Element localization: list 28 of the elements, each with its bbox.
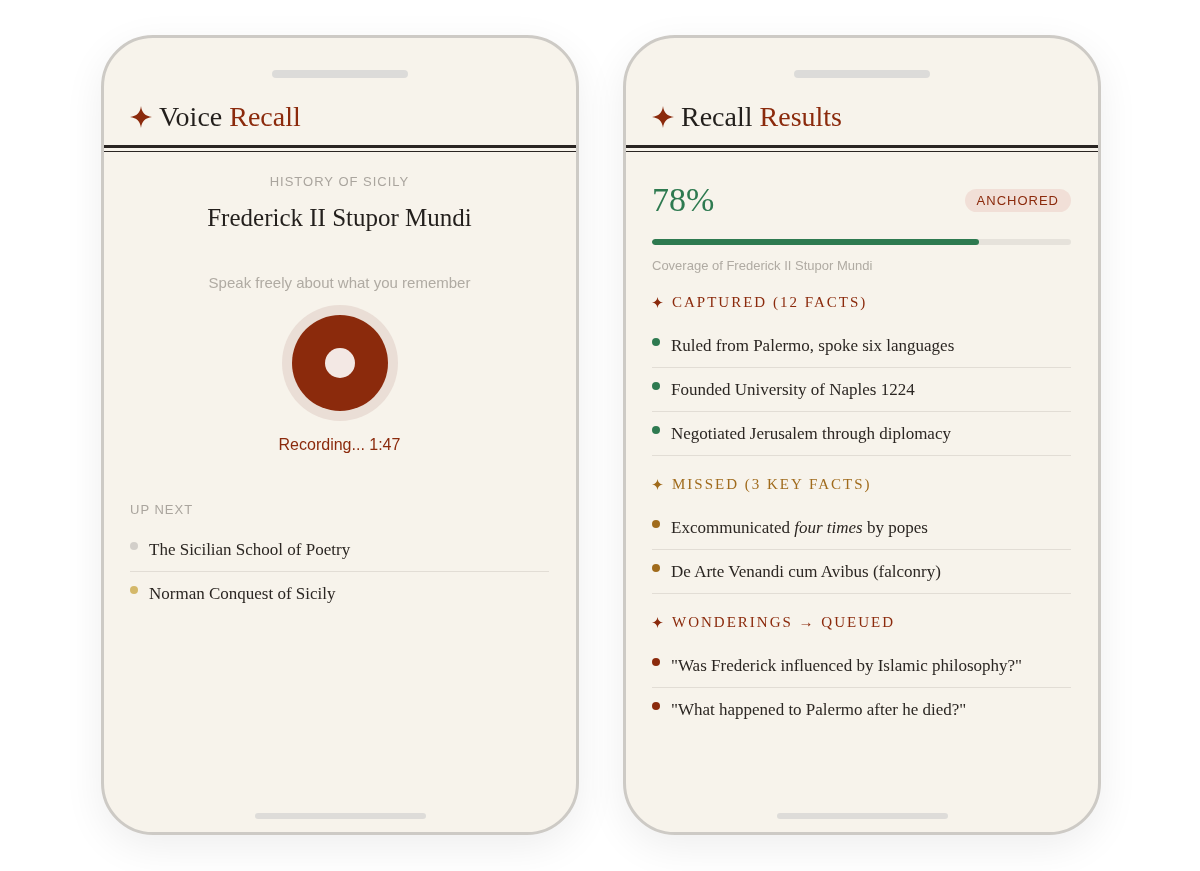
sparkle-icon — [130, 106, 152, 128]
fact-text: Ruled from Palermo, spoke six languages — [671, 335, 955, 356]
topic-item[interactable]: Norman Conquest of Sicily — [149, 583, 336, 604]
subject-label: HISTORY OF SICILY — [269, 174, 410, 190]
sparkle-icon — [652, 106, 674, 128]
screen-title: Recall Results — [681, 100, 842, 134]
section-heading: MISSED (3 KEY FACTS) — [672, 475, 872, 494]
recording-status: Recording... 1:47 — [278, 435, 401, 455]
section-heading: WONDERINGS → QUEUED — [672, 613, 895, 632]
score-value: 78% — [652, 180, 715, 220]
prompt-text: Speak freely about what you remember — [208, 273, 471, 293]
fact-text: De Arte Venandi cum Avibus (falconry) — [671, 561, 941, 582]
record-icon — [291, 315, 388, 411]
section-label: UP NEXT — [130, 502, 194, 518]
coverage-caption: Coverage of Frederick II Stupor Mundi — [652, 258, 874, 274]
fact-text: Excommunicated four times by popes — [671, 517, 928, 538]
fact-text: "What happened to Palermo after he died?" — [671, 699, 967, 720]
fact-text: "Was Frederick influenced by Islamic philosophy?" — [671, 655, 1022, 676]
topic-title: Frederick II Stupor Mundi — [207, 203, 472, 233]
screen-title: Voice Recall — [159, 100, 301, 134]
topic-item[interactable]: The Sicilian School of Poetry — [149, 539, 351, 560]
fact-text: Founded University of Naples 1224 — [671, 379, 915, 400]
sparkle-icon — [652, 296, 663, 308]
fact-text: Negotiated Jerusalem through diplomacy — [671, 423, 951, 444]
status-badge: ANCHORED — [964, 188, 1071, 212]
sparkle-icon — [652, 478, 663, 490]
section-heading: CAPTURED (12 FACTS) — [672, 293, 868, 312]
sparkle-icon — [652, 616, 663, 628]
